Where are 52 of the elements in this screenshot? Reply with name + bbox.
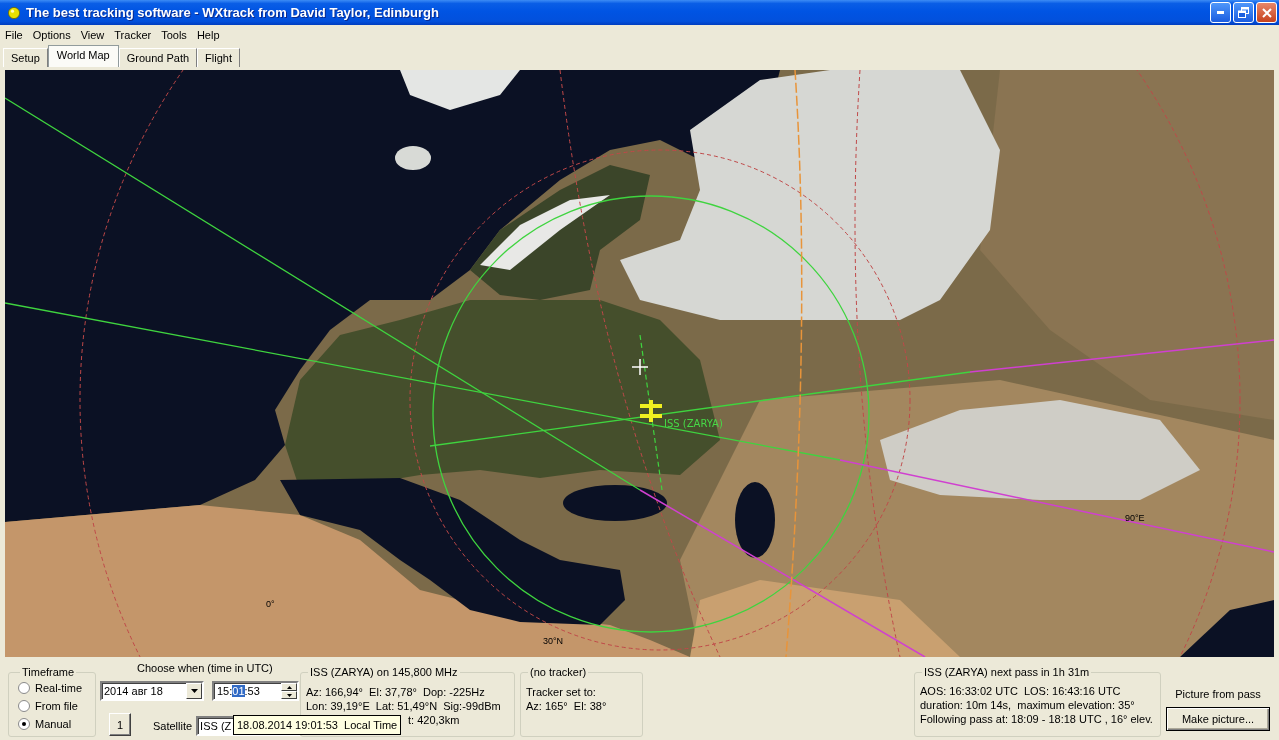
grid-label: 0°: [266, 599, 275, 609]
crosshair-icon: [631, 358, 649, 376]
info-text: Tracker set to:: [526, 685, 596, 699]
menu-item[interactable]: Tracker: [109, 26, 157, 44]
radio-button[interactable]: Manual: [18, 715, 72, 733]
up-arrow-icon: [286, 685, 292, 689]
grid-label: 90°E: [1125, 513, 1145, 523]
menu-item[interactable]: View: [75, 26, 110, 44]
dropdown-button[interactable]: [186, 683, 202, 699]
menu-item[interactable]: File: [0, 26, 28, 44]
app-icon: [8, 6, 20, 19]
menu-item[interactable]: Tools: [156, 26, 192, 44]
group-title: Timeframe: [21, 666, 76, 679]
caret-icon: [190, 689, 198, 693]
close-button[interactable]: [1256, 2, 1277, 23]
info-text: duration: 10m 14s, maximum elevation: 35°: [920, 698, 1135, 712]
make-picture-button[interactable]: Make picture...: [1166, 707, 1270, 731]
info-text: Az: 165° El: 38°: [526, 699, 607, 713]
down-arrow-icon: [286, 693, 292, 697]
close-icon: [1261, 7, 1272, 18]
minimize-icon: [1217, 11, 1224, 14]
info-text: Lon: 39,19°E Lat: 51,49°N Sig:-99dBm: [306, 699, 501, 713]
info-text: t: 420,3km: [408, 713, 460, 727]
field-label: Satellite: [152, 719, 193, 734]
restore-button[interactable]: [1233, 2, 1254, 23]
satellite-label: ISS (ZARYA): [664, 418, 723, 429]
spin-up-button[interactable]: [281, 683, 297, 691]
group-title: ISS (ZARYA) next pass in 1h 31m: [923, 666, 1091, 679]
group-title: ISS (ZARYA) on 145,800 MHz: [309, 666, 459, 679]
info-text: AOS: 16:33:02 UTC LOS: 16:43:16 UTC: [920, 684, 1121, 698]
tab[interactable]: Setup: [3, 48, 48, 67]
info-text: Following pass at: 18:09 - 18:18 UTC , 16° elev.: [920, 712, 1153, 726]
minimize-button[interactable]: [1210, 2, 1231, 23]
restore-icon: [1238, 7, 1249, 18]
tab[interactable]: Ground Path: [118, 48, 198, 67]
radio-button[interactable]: From file: [18, 697, 78, 715]
grid-label: 30°N: [543, 636, 564, 646]
group-title: (no tracker): [529, 666, 588, 679]
window-title: The best tracking software - WXtrack from David Taylor, Edinburgh: [26, 5, 439, 20]
step-button[interactable]: 1: [109, 713, 131, 736]
section-title: Picture from pass: [1175, 687, 1261, 701]
date-dropdown[interactable]: 2014 авг 18: [100, 681, 204, 701]
tab[interactable]: World Map: [47, 45, 119, 67]
satellite-icon: [640, 400, 662, 422]
tab[interactable]: Flight: [197, 48, 240, 67]
menu-item[interactable]: Help: [191, 26, 225, 44]
section-title: Choose when (time in UTC): [137, 661, 273, 675]
radio-button[interactable]: Real-time: [18, 679, 83, 697]
spin-down-button[interactable]: [281, 691, 297, 699]
menu-item[interactable]: Options: [27, 26, 76, 44]
info-text: Az: 166,94° El: 37,78° Dop: -225Hz: [306, 685, 485, 699]
tooltip: 18.08.2014 19:01:53 Local Time: [233, 715, 402, 735]
